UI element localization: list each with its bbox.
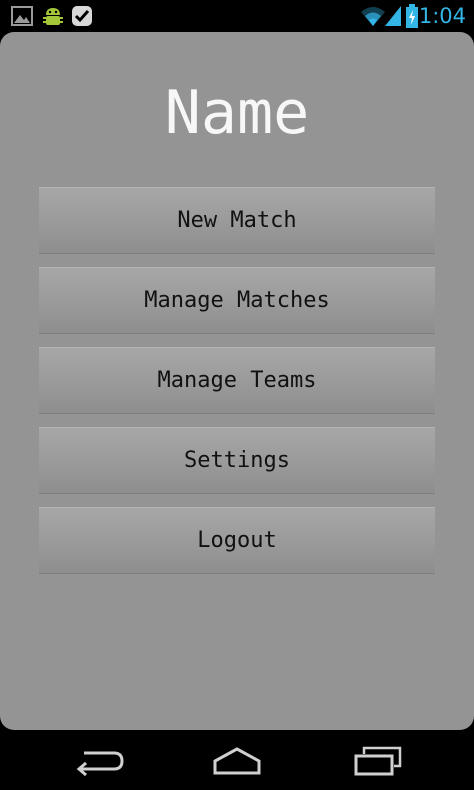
page-title: Name (164, 78, 310, 148)
manage-teams-label: Manage Teams (157, 368, 317, 393)
new-match-button[interactable]: New Match (39, 187, 435, 253)
gallery-icon (11, 6, 33, 26)
status-bar: 1:04 (0, 0, 474, 32)
home-icon[interactable] (205, 744, 269, 778)
recent-apps-icon[interactable] (344, 744, 408, 778)
android-debug-icon (43, 8, 63, 25)
phone-screen: 1:04 Name New Match Manage Matches Manag… (0, 0, 474, 790)
settings-label: Settings (184, 448, 290, 473)
navigation-bar (0, 730, 474, 790)
wifi-icon (361, 7, 385, 26)
app-panel: Name New Match Manage Matches Manage Tea… (0, 32, 474, 730)
status-time: 1:04 (418, 4, 466, 28)
back-icon[interactable] (66, 744, 130, 778)
settings-button[interactable]: Settings (39, 427, 435, 493)
new-match-label: New Match (177, 208, 297, 233)
task-check-icon (72, 6, 92, 26)
manage-matches-label: Manage Matches (144, 288, 330, 313)
logout-button[interactable]: Logout (39, 507, 435, 573)
manage-matches-button[interactable]: Manage Matches (39, 267, 435, 333)
battery-charging-icon (406, 4, 418, 28)
signal-icon (385, 6, 401, 26)
logout-label: Logout (197, 528, 277, 553)
manage-teams-button[interactable]: Manage Teams (39, 347, 435, 413)
